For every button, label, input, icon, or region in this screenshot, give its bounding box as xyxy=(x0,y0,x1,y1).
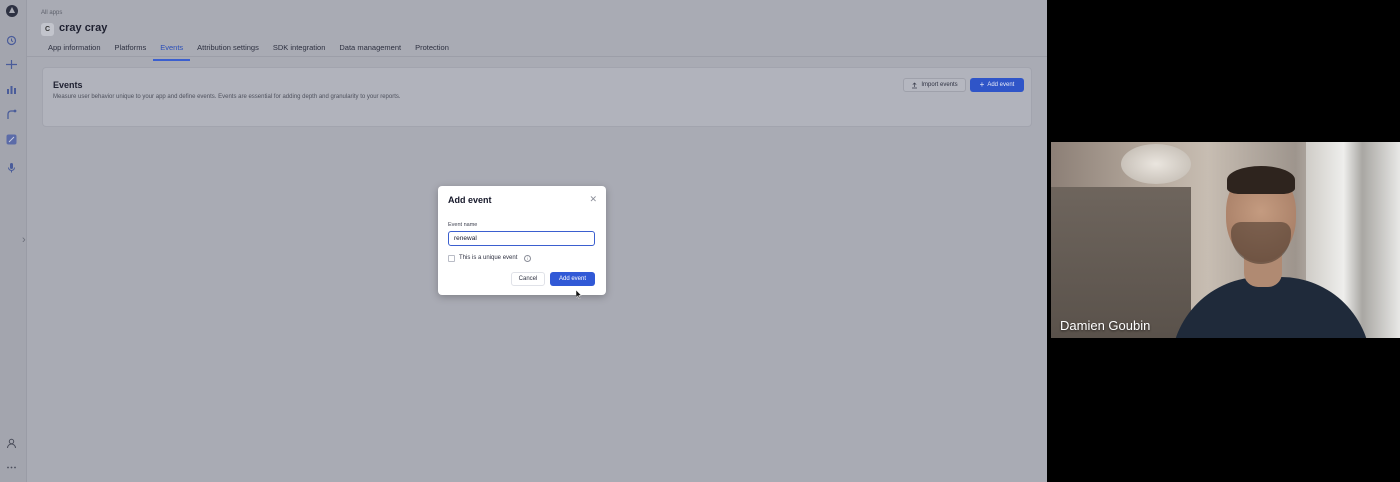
participant-video: Damien Goubin xyxy=(1051,142,1400,338)
import-events-button[interactable]: Import events xyxy=(903,78,966,92)
lamp xyxy=(1121,144,1191,184)
app-badge: C xyxy=(41,23,54,36)
cancel-button[interactable]: Cancel xyxy=(511,272,545,286)
participant-name: Damien Goubin xyxy=(1060,318,1151,333)
events-description: Measure user behavior unique to your app… xyxy=(53,94,401,100)
app-window: › All apps C cray cray App information P… xyxy=(0,0,1047,482)
events-title: Events xyxy=(53,80,83,90)
event-name-input[interactable] xyxy=(448,231,595,246)
microphone-icon[interactable] xyxy=(5,161,18,174)
tab-data-management[interactable]: Data management xyxy=(332,42,408,61)
info-icon[interactable]: i xyxy=(524,255,531,262)
add-event-button[interactable]: + Add event xyxy=(970,78,1024,92)
mouse-cursor-icon xyxy=(576,290,582,299)
app-header: All apps C cray cray App information Pla… xyxy=(27,0,1047,61)
close-icon[interactable]: ✕ xyxy=(589,194,597,204)
unique-event-label[interactable]: This is a unique event xyxy=(459,255,517,261)
tab-sdk-integration[interactable]: SDK integration xyxy=(266,42,333,61)
person-hair xyxy=(1227,166,1295,194)
tab-events[interactable]: Events xyxy=(153,42,191,61)
tab-bar: App information Platforms Events Attribu… xyxy=(41,42,456,61)
split-icon[interactable] xyxy=(5,58,18,71)
event-name-label: Event name xyxy=(448,222,478,228)
more-icon[interactable] xyxy=(5,461,18,474)
tab-protection[interactable]: Protection xyxy=(408,42,456,61)
plus-icon: + xyxy=(979,80,985,89)
tab-attribution-settings[interactable]: Attribution settings xyxy=(190,42,266,61)
add-event-label: Add event xyxy=(987,82,1015,88)
video-background xyxy=(1051,187,1191,338)
user-icon[interactable] xyxy=(5,437,18,450)
expand-sidebar-icon[interactable]: › xyxy=(22,233,32,247)
unique-event-checkbox[interactable] xyxy=(448,255,455,262)
app-logo-icon[interactable] xyxy=(6,5,18,17)
tab-app-information[interactable]: App information xyxy=(41,42,108,61)
page-title: cray cray xyxy=(59,22,108,34)
percent-icon[interactable] xyxy=(5,133,18,146)
import-events-label: Import events xyxy=(921,82,958,88)
history-icon[interactable] xyxy=(5,34,18,47)
person-beard xyxy=(1231,222,1291,264)
add-event-modal: Add event ✕ Event name This is a unique … xyxy=(438,186,606,295)
modal-title: Add event xyxy=(448,195,492,205)
flow-icon[interactable] xyxy=(5,108,18,121)
upload-icon xyxy=(912,82,918,88)
tab-platforms[interactable]: Platforms xyxy=(108,42,154,61)
modal-add-event-button[interactable]: Add event xyxy=(550,272,595,286)
breadcrumb[interactable]: All apps xyxy=(41,10,62,16)
events-card: Events Measure user behavior unique to y… xyxy=(42,67,1032,127)
bar-chart-icon[interactable] xyxy=(5,83,18,96)
